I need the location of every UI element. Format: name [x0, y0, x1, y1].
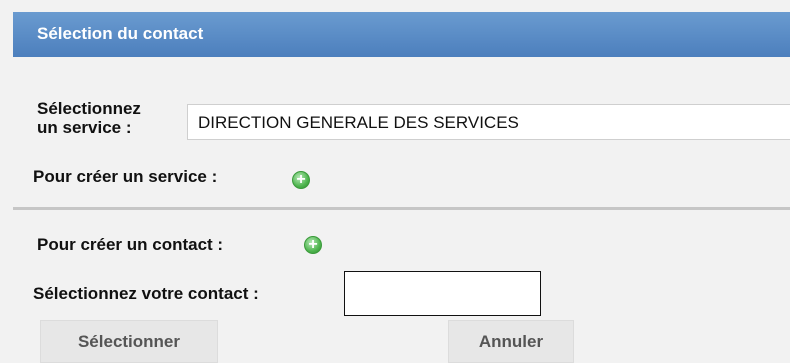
add-contact-icon[interactable]: +	[304, 236, 322, 254]
add-service-icon[interactable]: +	[292, 171, 310, 189]
section-divider	[13, 207, 790, 210]
service-select[interactable]: DIRECTION GENERALE DES SERVICES	[187, 104, 790, 140]
contact-input[interactable]	[344, 271, 541, 316]
service-label: Sélectionnez un service :	[37, 99, 141, 137]
cancel-button[interactable]: Annuler	[448, 320, 574, 363]
service-select-value: DIRECTION GENERALE DES SERVICES	[198, 113, 519, 132]
create-service-label: Pour créer un service :	[33, 167, 218, 186]
select-contact-label: Sélectionnez votre contact :	[33, 284, 259, 303]
dialog-title: Sélection du contact	[37, 24, 204, 43]
select-button[interactable]: Sélectionner	[40, 320, 218, 363]
create-contact-label: Pour créer un contact :	[37, 235, 224, 254]
dialog-title-bar: Sélection du contact	[13, 12, 790, 57]
